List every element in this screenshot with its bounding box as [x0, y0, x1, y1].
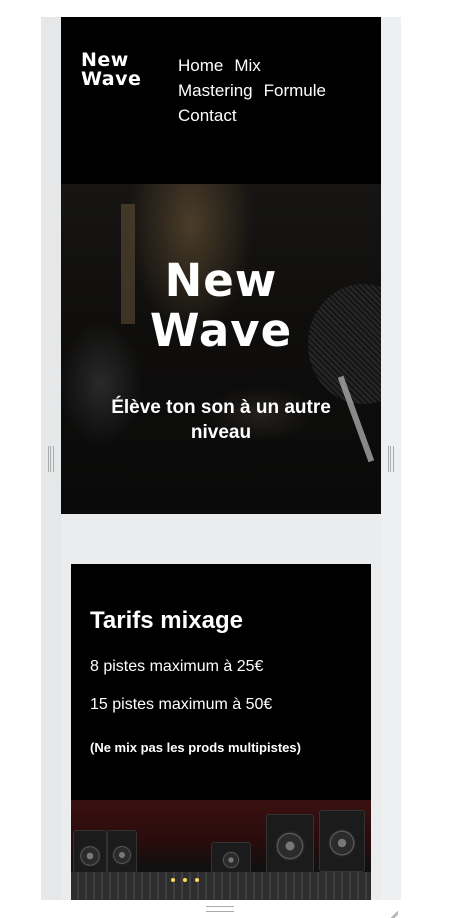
desk-light [195, 878, 199, 882]
main-nav: Home Mix Mastering Formule Contact [178, 53, 378, 128]
pricing-title: Tarifs mixage [90, 607, 243, 634]
nav-link-mix[interactable]: Mix [234, 56, 260, 75]
resize-handle-left[interactable] [48, 446, 54, 472]
desk-light [171, 878, 175, 882]
nav-link-mastering[interactable]: Mastering [178, 81, 253, 100]
hero-subtitle: Élève ton son à un autre niveau [111, 397, 331, 443]
logo-line-2: Wave [81, 68, 142, 90]
speaker-image [319, 810, 365, 872]
pricing-card: Tarifs mixage 8 pistes maximum à 25€ 15 … [71, 564, 371, 800]
speaker-image [73, 830, 107, 874]
site-logo[interactable]: New Wave [81, 51, 141, 89]
desk-light [183, 878, 187, 882]
pricing-line-2: 15 pistes maximum à 50€ [90, 696, 273, 713]
hero-title-line-2: Wave [149, 304, 293, 357]
nav-link-home[interactable]: Home [178, 56, 223, 75]
pricing-note: (Ne mix pas les prods multipistes) [90, 740, 301, 755]
site-header: New Wave Home Mix Mastering Formule Contac… [61, 17, 381, 184]
resize-corner-icon[interactable] [384, 900, 398, 914]
hero-title: New Wave [61, 256, 381, 356]
hero-section: New Wave Élève ton son à un autre niveau [61, 184, 381, 514]
pricing-line-1: 8 pistes maximum à 25€ [90, 658, 264, 675]
resize-handle-bottom[interactable] [206, 906, 234, 912]
page-viewport: New Wave Home Mix Mastering Formule Contac… [61, 17, 381, 900]
nav-link-contact[interactable]: Contact [178, 106, 237, 125]
resize-handle-right[interactable] [388, 446, 394, 472]
nav-link-formule[interactable]: Formule [264, 81, 326, 100]
speaker-image [107, 830, 137, 874]
speaker-image [211, 842, 251, 876]
mixing-desk-image [71, 872, 371, 900]
hero-title-line-1: New [164, 254, 278, 307]
speaker-image [266, 814, 314, 874]
studio-image [71, 800, 371, 900]
